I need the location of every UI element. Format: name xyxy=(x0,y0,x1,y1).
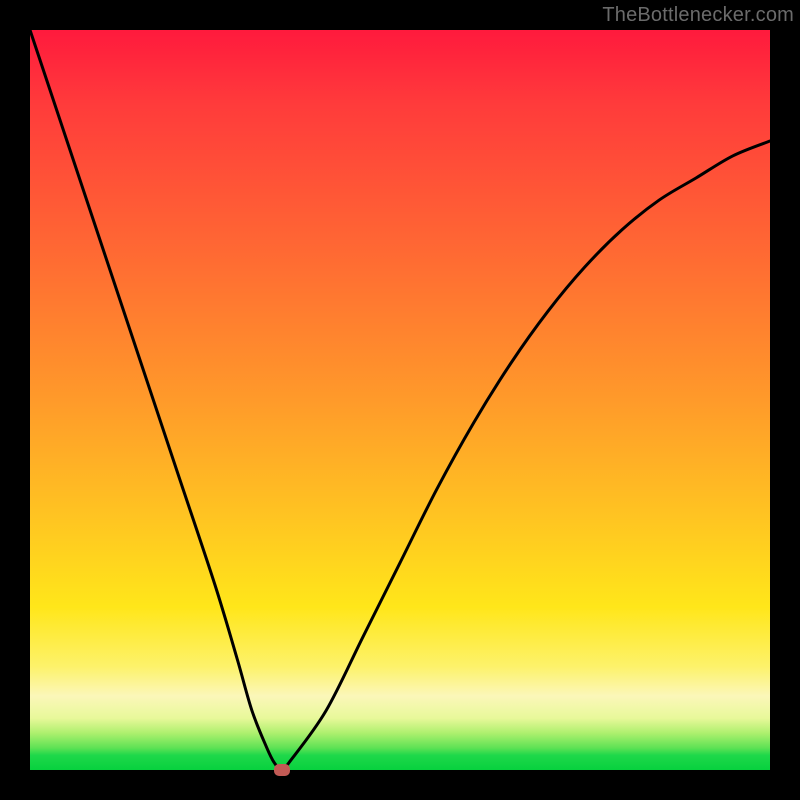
chart-frame: TheBottlenecker.com xyxy=(0,0,800,800)
watermark-text: TheBottlenecker.com xyxy=(602,4,794,27)
optimal-point-marker xyxy=(274,764,290,776)
bottleneck-curve xyxy=(30,30,770,770)
chart-plot-area xyxy=(30,30,770,770)
